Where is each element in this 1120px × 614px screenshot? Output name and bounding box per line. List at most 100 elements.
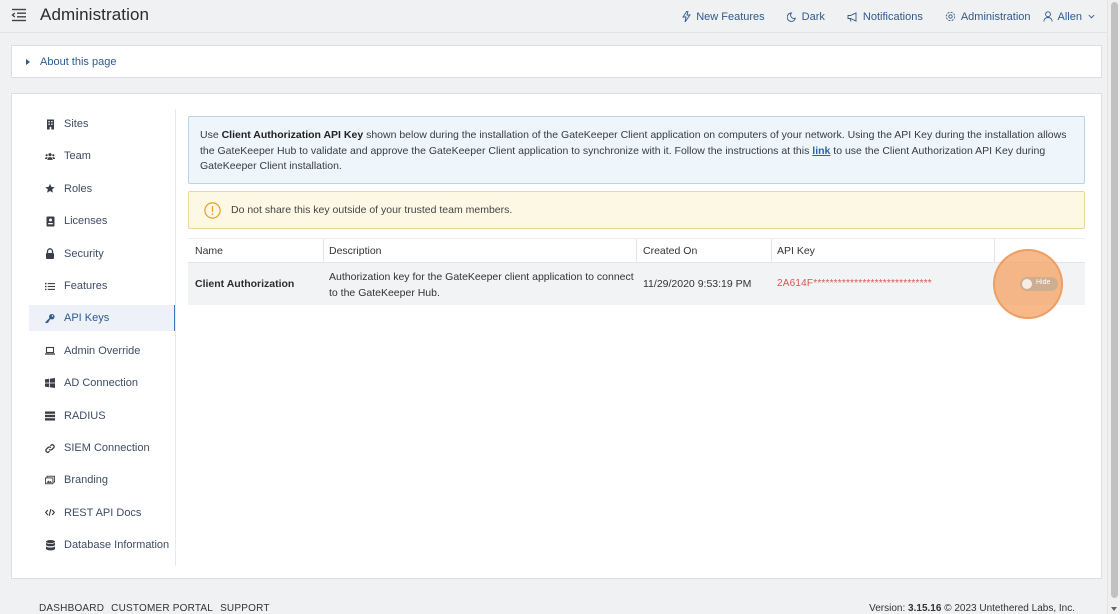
user-name: Allen [1057,10,1082,23]
version-number: 3.15.16 [908,603,942,614]
code-icon [45,508,55,518]
administration-label: Administration [960,10,1031,23]
sidebar-item-radius[interactable]: RADIUS [29,403,176,429]
sidebar-item-label: Branding [64,474,109,487]
sidebar-item-security[interactable]: Security [29,241,176,267]
user-icon [1042,11,1053,22]
sidebar-item-siem-connection[interactable]: SIEM Connection [29,435,176,461]
building-icon [45,119,55,129]
sidebar-item-features[interactable]: Features [29,273,176,299]
copyright-text: © 2023 [941,603,980,614]
sidebar-item-label: Database Information [64,539,170,552]
link-icon [45,443,55,453]
column-divider [994,239,995,264]
sidebar-item-roles[interactable]: Roles [29,176,176,202]
main-panel: Sites Team Roles Licenses Security Features AP… [11,93,1102,579]
top-nav: New Features Dark Notifications Administ… [660,0,1095,33]
admin-sidebar: Sites Team Roles Licenses Security Features AP… [29,109,176,566]
row-name: Client Authorization [195,278,295,290]
info-alert: Use Client Authorization API Key shown b… [188,116,1085,184]
chevron-down-icon [1088,14,1095,19]
sidebar-item-label: Roles [64,182,93,195]
lock-icon [45,248,55,260]
key-icon [45,313,55,324]
id-card-icon [45,216,55,227]
dark-label: Dark [801,10,825,23]
laptop-icon [45,346,55,356]
about-this-page-panel[interactable]: About this page [11,45,1102,78]
user-menu[interactable]: Allen [1042,10,1095,23]
col-description-header: Description [329,245,382,257]
sidebar-item-label: REST API Docs [64,506,142,519]
sidebar-item-sites[interactable]: Sites [29,111,176,137]
sidebar-divider [175,109,176,566]
instructions-link[interactable]: link [812,145,830,157]
sidebar-item-branding[interactable]: Branding [29,467,176,493]
row-api-key: 2A614F***************************** [777,278,932,289]
warning-alert: Do not share this key outside of your tr… [188,191,1085,229]
menu-collapse-icon[interactable] [11,8,27,22]
scrollbar-thumb[interactable] [1111,2,1118,598]
notifications-link[interactable]: Notifications [847,11,923,23]
sidebar-item-ad-connection[interactable]: AD Connection [29,370,176,396]
footer-version: Version: 3.15.16 © 2023 Untethered Labs,… [869,603,1075,614]
info-bold-key: Client Authorization API Key [221,129,364,141]
sidebar-item-team[interactable]: Team [29,143,176,169]
moon-icon [786,12,796,22]
new-features-label: New Features [696,10,765,23]
star-icon [45,184,55,194]
images-icon [45,475,55,485]
page-scrollbar[interactable] [1107,0,1120,614]
table-row: Client Authorization Authorization key f… [188,249,1085,319]
show-hide-key-toggle[interactable]: Hide [1020,277,1058,291]
top-bar: Administration New Features Dark Notific… [0,0,1107,33]
about-this-page-label: About this page [40,55,117,68]
col-name-header: Name [195,245,224,257]
sidebar-item-label: Team [64,150,91,163]
dark-mode-toggle[interactable]: Dark [786,10,825,23]
table-header: Name Description Created On API Key [188,238,1085,264]
warning-text: Do not share this key outside of your tr… [231,204,513,216]
database-icon [45,539,55,551]
col-created-on-header: Created On [643,245,698,257]
sidebar-item-label: API Keys [64,312,110,325]
version-label: Version: [869,603,909,614]
server-icon [45,411,55,421]
sidebar-item-rest-api-docs[interactable]: REST API Docs [29,500,176,526]
sidebar-item-database-information[interactable]: Database Information [29,532,176,558]
users-icon [45,151,55,161]
sidebar-item-licenses[interactable]: Licenses [29,208,176,234]
sidebar-item-label: AD Connection [64,377,138,390]
sidebar-item-label: Sites [64,118,89,130]
sidebar-item-label: Security [64,247,104,260]
column-divider [771,239,772,264]
toggle-knob [1022,279,1032,289]
windows-icon [45,378,55,389]
sidebar-item-label: Admin Override [64,344,141,357]
col-api-key-header: API Key [777,245,815,257]
dashboard-link[interactable]: DASHBOARD [39,603,104,614]
sidebar-item-label: RADIUS [64,409,106,422]
megaphone-icon [847,11,857,22]
sidebar-item-label: Features [64,280,108,292]
sidebar-item-label: SIEM Connection [64,442,150,454]
list-icon [45,281,55,291]
column-divider [323,239,324,264]
support-link[interactable]: SUPPORT [220,603,270,614]
sidebar-item-label: Licenses [64,215,108,228]
lightning-icon [682,11,692,22]
scroll-down-arrow-icon[interactable] [1111,607,1117,611]
sidebar-item-admin-override[interactable]: Admin Override [29,338,176,364]
column-divider [636,239,637,264]
gear-icon [945,11,955,22]
administration-link[interactable]: Administration [945,11,1031,23]
sidebar-item-api-keys[interactable]: API Keys [29,305,176,332]
row-description: Authorization key for the GateKeeper cli… [329,271,634,299]
new-features-link[interactable]: New Features [682,10,765,23]
exclamation-circle-icon [204,201,221,219]
customer-portal-link[interactable]: CUSTOMER PORTAL [111,603,213,614]
company-name: Untethered Labs, Inc. [979,603,1075,614]
toggle-label: Hide [1036,279,1051,286]
caret-right-icon [26,58,30,65]
page-title: Administration [40,5,150,24]
